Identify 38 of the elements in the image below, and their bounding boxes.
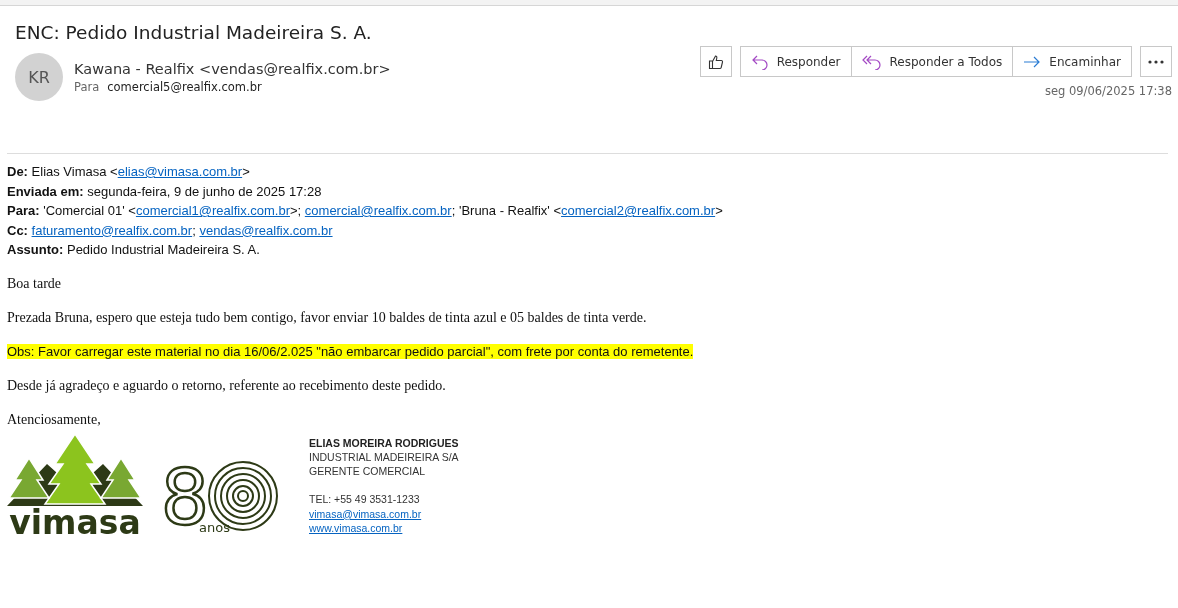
vimasa-logo: vimasa [7,433,143,536]
email-link[interactable]: elias@vimasa.com.br [117,164,243,179]
reply-icon [750,53,769,70]
email-link[interactable]: comercial1@realfix.com.br [135,203,290,218]
sender-name: Kawana - Realfix <vendas@realfix.com.br> [74,60,391,77]
forwarded-header-line: Para: 'Comercial 01' <comercial1@realfix.com.br>; comercial@realfix.com.br; 'Bruna - Realfix' <comercial2@realfix.com.br> [7,202,724,220]
reply-button[interactable]: Responder [739,46,852,77]
more-options-icon [1148,59,1164,64]
body-paragraph: Atenciosamente, [7,411,101,427]
body-paragraph: Prezada Bruna, espero que esteja tudo bem contigo, favor enviar 10 baldes de tinta azul e 05 baldes de tinta verde. [7,309,647,325]
recipient-address: comercial5@realfix.com.br [107,79,262,94]
signature-line: GERENTE COMERCIAL [309,464,427,479]
forwarded-header-line: Cc: faturamento@realfix.com.br; vendas@realfix.com.br [7,221,334,240]
email-link[interactable]: comercial2@realfix.com.br [561,203,716,218]
sender-avatar: KR [15,53,63,101]
signature-line: INDUSTRIAL MADEIREIRA S/A [309,449,459,465]
email-link[interactable]: comercial@realfix.com.br [304,203,452,218]
body-paragraph: Desde já agradeço e aguardo o retorno, referente ao recebimento deste pedido. [7,377,446,393]
forwarded-header-line: Enviada em: segunda-feira, 9 de junho de 2025 17:28 [7,182,323,201]
like-button[interactable] [699,46,732,77]
sent-date: seg 09/06/2025 17:38 [1044,84,1172,98]
to-label: Para [74,79,100,94]
highlighted-paragraph: Obs: Favor carregar este material no dia 16/06/2.025 "não embarcar pedido parcial", com frete por conta do remetente. [7,343,694,359]
signature-link[interactable]: www.vimasa.com.br [309,522,403,534]
forward-arrow-icon [1023,54,1042,69]
forwarded-header-line: Assunto: Pedido Industrial Madeireira S. A. [7,241,261,259]
body-paragraph: Boa tarde [7,275,62,291]
forward-button[interactable]: Encaminhar [1013,46,1132,77]
reply-all-icon [861,53,882,70]
email-subject: ENC: Pedido Industrial Madeireira S. A. [15,22,373,43]
signature-name: ELIAS MOREIRA RODRIGUES [309,435,459,450]
reply-all-button[interactable]: Responder a Todos [851,46,1014,77]
email-link[interactable]: vendas@realfix.com.br [199,222,333,238]
thumbs-up-icon [707,53,724,70]
anniversary-logo: 8anos [163,459,281,534]
signature-link[interactable]: vimasa@vimasa.com.br [309,507,422,520]
forwarded-header-line: De: Elias Vimasa <elias@vimasa.com.br> [7,163,251,181]
signature-line: TEL: +55 49 3531-1233 [309,492,421,507]
